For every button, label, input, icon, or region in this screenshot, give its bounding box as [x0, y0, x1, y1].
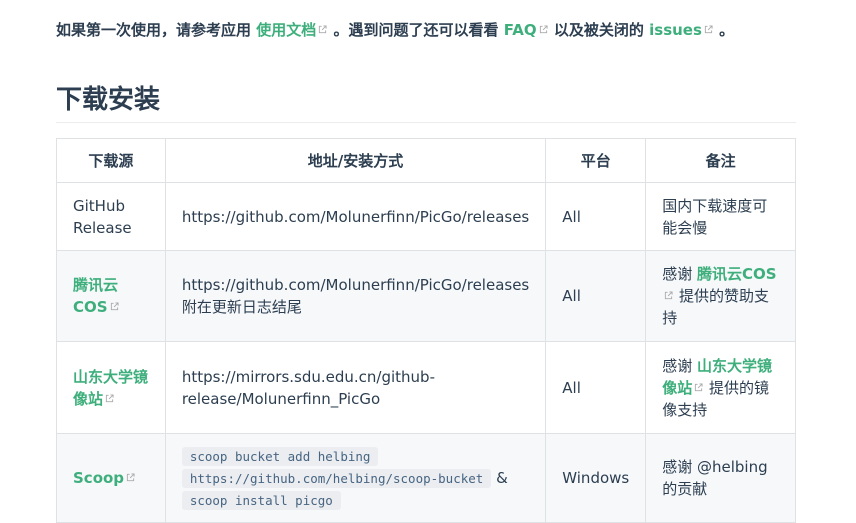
table-row: Scoop scoop bucket add helbing https://g… [56, 433, 796, 523]
address-line: https://github.com/Molunerfinn/PicGo/rel… [181, 276, 530, 294]
header-note: 备注 [645, 138, 796, 183]
address-note: 附在更新日志结尾 [181, 298, 302, 316]
platform-cell: All [545, 250, 647, 342]
external-link-icon [126, 473, 135, 482]
note-prefix: 感谢 [662, 356, 693, 375]
note-cell: 国内下载速度可能会慢 [645, 182, 796, 251]
intro-paragraph: 如果第一次使用，请参考应用 使用文档 。遇到问题了还可以看看 FAQ 以及被关闭… [56, 18, 734, 42]
external-link-icon [105, 393, 114, 403]
header-address: 地址/安装方式 [164, 138, 547, 183]
platform-cell: All [545, 182, 647, 251]
platform-cell: Windows [545, 433, 647, 523]
note-suffix: 提供的赞助支持 [662, 287, 770, 327]
external-link-icon [110, 302, 119, 311]
address-cell: https://mirrors.sdu.edu.cn/github-releas… [164, 341, 547, 434]
note-cell: 感谢 山东大学镜像站 提供的镜像支持 [645, 341, 796, 434]
header-source: 下载源 [56, 138, 166, 183]
code-install: scoop install picgo [181, 491, 341, 510]
address-cell: https://github.com/Molunerfinn/PicGo/rel… [164, 250, 547, 342]
external-link-icon [539, 25, 548, 34]
section-title: 下载安装 [56, 82, 796, 123]
note-prefix: 感谢 [662, 265, 693, 283]
tencent-cos-link[interactable]: 腾讯云COS [73, 276, 120, 316]
download-table: 下载源 地址/安装方式 平台 备注 GitHub Release https:/… [56, 138, 796, 523]
platform-cell: All [545, 341, 647, 434]
external-link-icon [318, 25, 327, 34]
faq-link[interactable]: FAQ [504, 21, 549, 39]
intro-text-2: 。遇到问题了还可以看看 [333, 21, 499, 39]
table-row: GitHub Release https://github.com/Molune… [56, 182, 796, 251]
source-cell: GitHub Release [56, 182, 166, 251]
issues-link[interactable]: issues [649, 21, 714, 39]
external-link-icon [704, 25, 713, 34]
docs-link[interactable]: 使用文档 [256, 21, 328, 39]
source-cell: 腾讯云COS [56, 250, 166, 342]
source-cell: Scoop [56, 433, 166, 523]
table-header-row: 下载源 地址/安装方式 平台 备注 [56, 138, 796, 183]
table-row: 腾讯云COS https://github.com/Molunerfinn/Pi… [56, 250, 796, 342]
header-platform: 平台 [545, 138, 647, 183]
external-link-icon [694, 382, 703, 392]
note-cell: 感谢 @helbing 的贡献 [645, 433, 796, 523]
intro-text-3: 以及被关闭的 [553, 21, 644, 39]
sdu-mirror-link[interactable]: 山东大学镜像站 [73, 368, 148, 408]
intro-text-4: 。 [719, 21, 735, 39]
intro-text-1: 如果第一次使用，请参考应用 [56, 21, 252, 39]
code-add-bucket: scoop bucket add helbing [181, 447, 379, 466]
address-cell: scoop bucket add helbing https://github.… [164, 433, 547, 523]
ampersand: & [496, 469, 508, 487]
source-cell: 山东大学镜像站 [56, 341, 166, 434]
note-cell: 感谢 腾讯云COS 提供的赞助支持 [645, 250, 796, 342]
code-bucket-url: https://github.com/helbing/scoop-bucket [181, 469, 492, 488]
external-link-icon [664, 291, 673, 300]
scoop-link[interactable]: Scoop [73, 469, 136, 487]
address-cell: https://github.com/Molunerfinn/PicGo/rel… [164, 182, 547, 251]
table-row: 山东大学镜像站 https://mirrors.sdu.edu.cn/githu… [56, 341, 796, 434]
